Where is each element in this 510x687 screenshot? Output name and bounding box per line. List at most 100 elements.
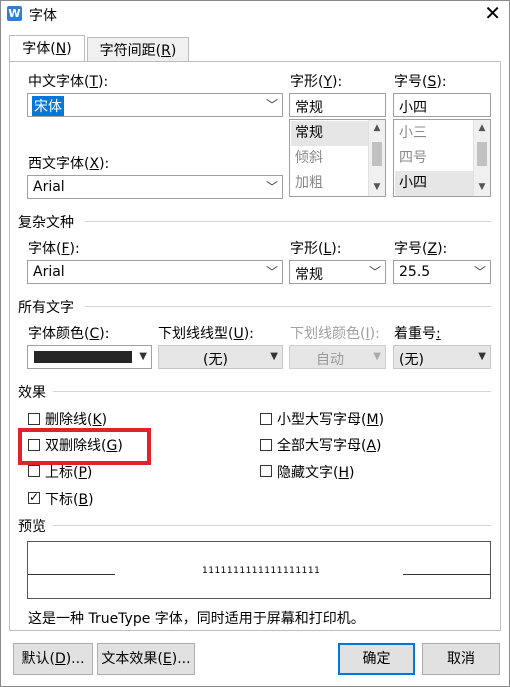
complex-size-value: 25.5 [399,264,431,280]
scrollbar[interactable]: ▲ ▼ [368,120,385,196]
dropdown-triangle-icon: ▼ [139,351,147,362]
complex-style-label: 字形(L): [290,241,342,257]
strikethrough-label[interactable]: 删除线(K) [45,409,107,429]
complex-style-combo[interactable]: 常规 ﹀ [289,260,386,284]
emphasis-combo[interactable]: (无) ▼ [393,345,491,369]
underline-color-value: 自动 [316,352,344,368]
font-color-picker[interactable]: ▼ [27,345,152,369]
complex-style-value: 常规 [295,267,323,283]
underline-type-combo[interactable]: (无) ▼ [158,345,283,369]
font-dialog: W 字体 ✕ 字体(N) 字符间距(R) 中文字体(T): 宋体 ﹀ 西文字体(… [0,0,510,687]
western-font-value: Arial [33,179,65,195]
close-icon[interactable]: ✕ [484,3,501,23]
superscript-checkbox[interactable] [28,465,40,477]
style-label: 字形(Y): [290,74,343,90]
underline-color-label: 下划线颜色(I): [290,326,380,342]
subscript-checkbox[interactable] [28,489,40,505]
complex-font-label: 字体(F): [28,241,80,257]
hidden-text-checkbox[interactable] [260,465,272,477]
scrollbar[interactable]: ▲ ▼ [473,120,490,196]
small-caps-label[interactable]: 小型大写字母(M) [277,409,384,429]
chevron-down-icon: ﹀ [265,98,278,112]
western-font-label: 西文字体(X): [28,156,110,172]
preview-box: 1111111111111111111 [27,541,491,599]
font-color-label: 字体颜色(C): [28,326,110,342]
preview-note: 这是一种 TrueType 字体，同时适用于屏幕和打印机。 [28,611,365,627]
tab-character-spacing[interactable]: 字符间距(R) [87,37,189,63]
cancel-button[interactable]: 取消 [422,643,500,675]
dropdown-triangle-icon: ▼ [478,351,486,362]
title-bar: W 字体 ✕ [1,1,509,27]
preview-baseline-left [28,574,115,575]
complex-font-value: Arial [33,264,65,280]
size-list[interactable]: 小三 四号 小四 ▲ ▼ [393,119,491,197]
complex-font-combo[interactable]: Arial ﹀ [27,260,283,284]
scroll-up-icon[interactable]: ▲ [369,120,385,137]
dropdown-triangle-icon: ▼ [373,351,381,362]
highlight-annotation-box [18,428,151,465]
emphasis-value: (无) [399,352,424,368]
chinese-font-value: 宋体 [32,96,64,116]
emphasis-label: 着重号: [394,326,441,342]
tab-font[interactable]: 字体(N) [9,35,85,63]
chevron-down-icon: ﹀ [265,265,278,279]
scroll-down-icon[interactable]: ▼ [474,179,490,196]
scroll-down-icon[interactable]: ▼ [369,179,385,196]
scroll-thumb[interactable] [477,142,487,166]
chevron-down-icon: ﹀ [368,265,381,279]
chinese-font-label: 中文字体(T): [28,74,109,90]
size-input[interactable]: 小四 [393,93,491,117]
tab-spacing-suffix: ) [170,43,177,59]
divider [85,306,491,307]
underline-type-label: 下划线线型(U): [158,326,254,342]
default-button[interactable]: 默认(D)... [13,643,93,675]
list-item[interactable]: 小四 [395,171,474,196]
strikethrough-checkbox[interactable] [28,413,40,425]
divider [85,221,491,222]
all-caps-label[interactable]: 全部大写字母(A) [277,435,382,455]
all-caps-checkbox[interactable] [260,439,272,451]
dropdown-triangle-icon: ▼ [270,351,278,362]
tab-spacing-key: R [161,43,171,59]
list-item[interactable]: 四号 [395,146,474,171]
list-item[interactable]: 小三 [395,121,474,146]
preview-section-title: 预览 [18,519,46,535]
hidden-text-label[interactable]: 隐藏文字(H) [277,462,354,482]
list-item[interactable]: 常规 [291,121,369,146]
underline-type-value: (无) [203,352,228,368]
chinese-font-combo[interactable]: 宋体 ﹀ [27,93,283,117]
ok-button[interactable]: 确定 [338,643,415,675]
style-input-value: 常规 [295,100,323,116]
superscript-label[interactable]: 上标(P) [45,462,92,482]
scroll-thumb[interactable] [372,142,382,166]
chevron-down-icon: ﹀ [473,265,486,279]
dialog-title: 字体 [29,8,57,24]
chevron-down-icon: ﹀ [265,180,278,194]
size-input-value: 小四 [399,100,427,116]
preview-sample-text: 1111111111111111111 [202,566,321,576]
style-input[interactable]: 常规 [289,93,386,117]
complex-size-label: 字号(Z): [394,241,448,257]
complex-size-combo[interactable]: 25.5 ﹀ [393,260,491,284]
tab-font-label: 字体( [22,41,56,57]
tab-spacing-label: 字符间距( [99,43,162,59]
text-effects-button[interactable]: 文本效果(E)... [97,643,195,675]
list-item[interactable]: 倾斜 [291,146,369,171]
preview-baseline-right [403,574,491,575]
wps-writer-icon: W [7,6,22,21]
complex-section-title: 复杂文种 [18,215,74,231]
list-item[interactable]: 加粗 [291,171,369,196]
size-label: 字号(S): [394,74,447,90]
all-text-section-title: 所有文字 [18,300,74,316]
scroll-up-icon[interactable]: ▲ [474,120,490,137]
western-font-combo[interactable]: Arial ﹀ [27,175,283,199]
small-caps-checkbox[interactable] [260,413,272,425]
divider [53,391,491,392]
tab-font-suffix: ) [66,41,72,57]
underline-color-combo: 自动 ▼ [289,345,386,369]
tab-font-key: N [55,41,67,57]
color-swatch [34,351,132,363]
subscript-label[interactable]: 下标(B) [45,489,94,509]
effects-section-title: 效果 [18,385,46,401]
style-list[interactable]: 常规 倾斜 加粗 ▲ ▼ [289,119,386,197]
